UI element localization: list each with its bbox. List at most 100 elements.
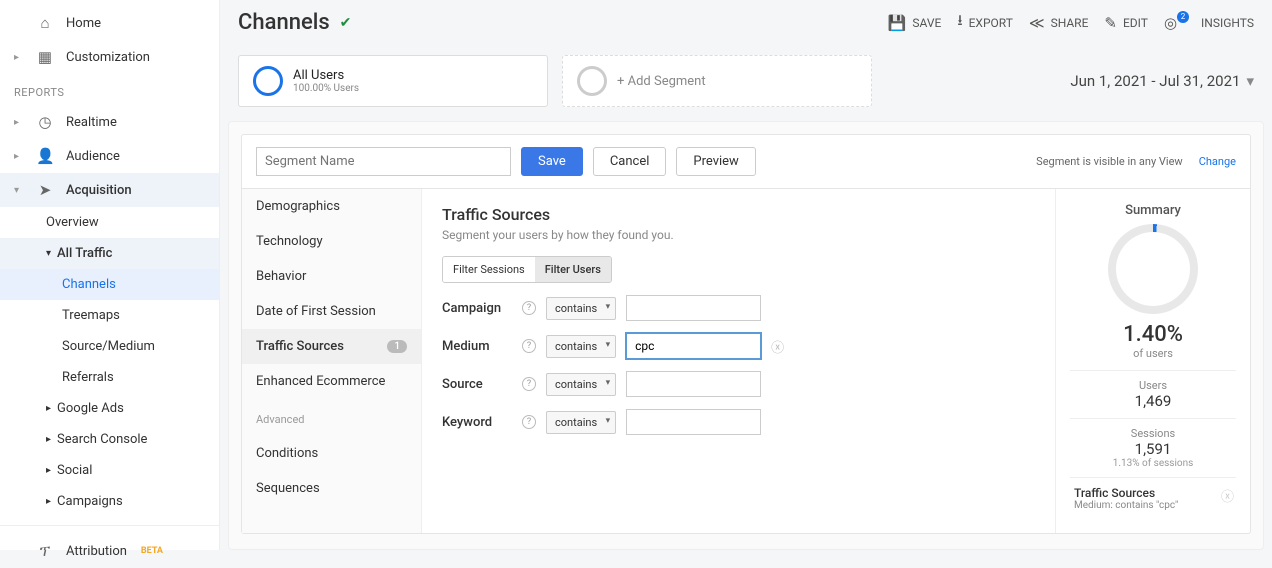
sessions-sub: 1.13% of sessions bbox=[1070, 458, 1236, 469]
nav-acquisition[interactable]: ▾➤ Acquisition bbox=[0, 173, 219, 207]
nav-label: Audience bbox=[66, 149, 120, 164]
nav-attribution[interactable]: ፕ Attribution BETA bbox=[0, 534, 219, 568]
summary-percent: 1.40% bbox=[1070, 322, 1236, 347]
help-icon[interactable]: ? bbox=[522, 377, 536, 391]
summary-title: Summary bbox=[1070, 203, 1236, 218]
cat-enhanced-ecommerce[interactable]: Enhanced Ecommerce bbox=[242, 364, 421, 399]
reports-section-label: REPORTS bbox=[0, 74, 219, 105]
summary-of-users: of users bbox=[1070, 347, 1236, 360]
cat-technology[interactable]: Technology bbox=[242, 224, 421, 259]
medium-condition-dropdown[interactable]: contains bbox=[546, 335, 616, 358]
label-source: Source bbox=[442, 377, 512, 392]
nav-campaigns[interactable]: ▸Campaigns bbox=[0, 486, 219, 517]
segment-all-users[interactable]: All Users 100.00% Users bbox=[238, 55, 548, 107]
nav-audience[interactable]: ▸👤 Audience bbox=[0, 139, 219, 173]
chevron-right-icon: ▸ bbox=[46, 434, 51, 445]
add-segment-label: + Add Segment bbox=[617, 74, 706, 89]
source-input[interactable] bbox=[626, 371, 761, 397]
add-segment[interactable]: + Add Segment bbox=[562, 55, 872, 107]
visibility-text: Segment is visible in any View bbox=[1036, 155, 1183, 168]
segment-circle-icon bbox=[577, 66, 607, 96]
sessions-label: Sessions bbox=[1070, 427, 1236, 440]
label-medium: Medium bbox=[442, 339, 512, 354]
export-icon: ⭳ bbox=[957, 10, 962, 35]
cat-conditions[interactable]: Conditions bbox=[242, 436, 421, 471]
nav-customization[interactable]: ▸ ▦ Customization bbox=[0, 40, 219, 74]
chevron-right-icon: ▸ bbox=[14, 151, 24, 162]
segments-bar: All Users 100.00% Users + Add Segment Ju… bbox=[220, 45, 1272, 121]
insights-icon: ◎ bbox=[1164, 14, 1177, 32]
clear-icon[interactable]: ⓧ bbox=[771, 337, 784, 356]
date-range-picker[interactable]: Jun 1, 2021 - Jul 31, 2021 ▾ bbox=[1070, 72, 1254, 90]
export-button[interactable]: ⭳EXPORT bbox=[957, 10, 1013, 35]
donut-chart bbox=[1108, 224, 1198, 314]
preview-button[interactable]: Preview bbox=[676, 147, 755, 176]
nav-label: Customization bbox=[66, 50, 150, 65]
insights-button[interactable]: ◎2INSIGHTS bbox=[1164, 14, 1254, 32]
cancel-button[interactable]: Cancel bbox=[593, 147, 667, 176]
home-icon: ⌂ bbox=[36, 14, 54, 32]
ts-title: Traffic Sources bbox=[1074, 486, 1232, 500]
edit-button[interactable]: ✎EDIT bbox=[1104, 14, 1148, 32]
help-icon[interactable]: ? bbox=[522, 339, 536, 353]
save-icon: 💾 bbox=[888, 14, 907, 32]
page-title: Channels bbox=[238, 10, 330, 35]
cat-date-first[interactable]: Date of First Session bbox=[242, 294, 421, 329]
save-button[interactable]: 💾SAVE bbox=[888, 14, 942, 32]
users-label: Users bbox=[1070, 379, 1236, 392]
nav-referrals[interactable]: Referrals bbox=[0, 362, 219, 393]
cat-sequences[interactable]: Sequences bbox=[242, 471, 421, 506]
change-visibility-link[interactable]: Change bbox=[1199, 155, 1236, 168]
keyword-input[interactable] bbox=[626, 409, 761, 435]
nav-overview[interactable]: Overview bbox=[0, 207, 219, 238]
nav-label: Realtime bbox=[66, 115, 117, 130]
chevron-right-icon: ▸ bbox=[46, 465, 51, 476]
nav-google-ads[interactable]: ▸Google Ads bbox=[0, 393, 219, 424]
summary-panel: Summary 1.40% of users Users 1,469 Sessi… bbox=[1055, 189, 1250, 533]
medium-input[interactable] bbox=[626, 333, 761, 359]
nav-label: Attribution bbox=[66, 544, 127, 559]
chevron-down-icon: ▾ bbox=[1246, 72, 1254, 90]
nav-home[interactable]: ⌂ Home bbox=[0, 6, 219, 40]
segment-name-input[interactable] bbox=[256, 147, 511, 176]
chevron-right-icon: ▸ bbox=[14, 52, 24, 63]
nav-source-medium[interactable]: Source/Medium bbox=[0, 331, 219, 362]
share-button[interactable]: ≪SHARE bbox=[1029, 14, 1089, 32]
form-area: Traffic Sources Segment your users by ho… bbox=[422, 189, 1055, 533]
help-icon[interactable]: ? bbox=[522, 301, 536, 315]
share-icon: ≪ bbox=[1029, 14, 1045, 32]
category-list: Demographics Technology Behavior Date of… bbox=[242, 189, 422, 533]
form-description: Segment your users by how they found you… bbox=[442, 228, 1035, 242]
advanced-section-label: Advanced bbox=[242, 399, 421, 436]
chevron-right-icon: ▸ bbox=[14, 117, 24, 128]
segment-circle-icon bbox=[253, 66, 283, 96]
segment-subtitle: 100.00% Users bbox=[293, 83, 359, 94]
tab-filter-users[interactable]: Filter Users bbox=[535, 257, 611, 282]
nav-channels[interactable]: Channels bbox=[0, 269, 219, 300]
pencil-icon: ✎ bbox=[1104, 14, 1117, 32]
save-segment-button[interactable]: Save bbox=[521, 147, 583, 176]
keyword-condition-dropdown[interactable]: contains bbox=[546, 411, 616, 434]
nav-label: Acquisition bbox=[66, 183, 132, 198]
nav-treemaps[interactable]: Treemaps bbox=[0, 300, 219, 331]
cat-demographics[interactable]: Demographics bbox=[242, 189, 421, 224]
cat-traffic-sources[interactable]: Traffic Sources 1 bbox=[242, 329, 421, 364]
campaign-input[interactable] bbox=[626, 295, 761, 321]
help-icon[interactable]: ? bbox=[522, 415, 536, 429]
nav-all-traffic[interactable]: ▾All Traffic bbox=[0, 238, 219, 269]
campaign-condition-dropdown[interactable]: contains bbox=[546, 297, 616, 320]
chevron-right-icon: ▸ bbox=[46, 496, 51, 507]
nav-social[interactable]: ▸Social bbox=[0, 455, 219, 486]
segment-title: All Users bbox=[293, 68, 359, 83]
nav-realtime[interactable]: ▸◷ Realtime bbox=[0, 105, 219, 139]
remove-filter-icon[interactable]: ⓧ bbox=[1221, 486, 1234, 505]
nav-search-console[interactable]: ▸Search Console bbox=[0, 424, 219, 455]
cat-behavior[interactable]: Behavior bbox=[242, 259, 421, 294]
source-condition-dropdown[interactable]: contains bbox=[546, 373, 616, 396]
customization-icon: ▦ bbox=[36, 48, 54, 66]
topbar: Channels ✔ 💾SAVE ⭳EXPORT ≪SHARE ✎EDIT ◎2… bbox=[220, 0, 1272, 45]
tab-filter-sessions[interactable]: Filter Sessions bbox=[443, 257, 535, 282]
attribution-icon: ፕ bbox=[36, 542, 54, 560]
label-campaign: Campaign bbox=[442, 301, 512, 316]
filter-tabs: Filter Sessions Filter Users bbox=[442, 256, 612, 283]
